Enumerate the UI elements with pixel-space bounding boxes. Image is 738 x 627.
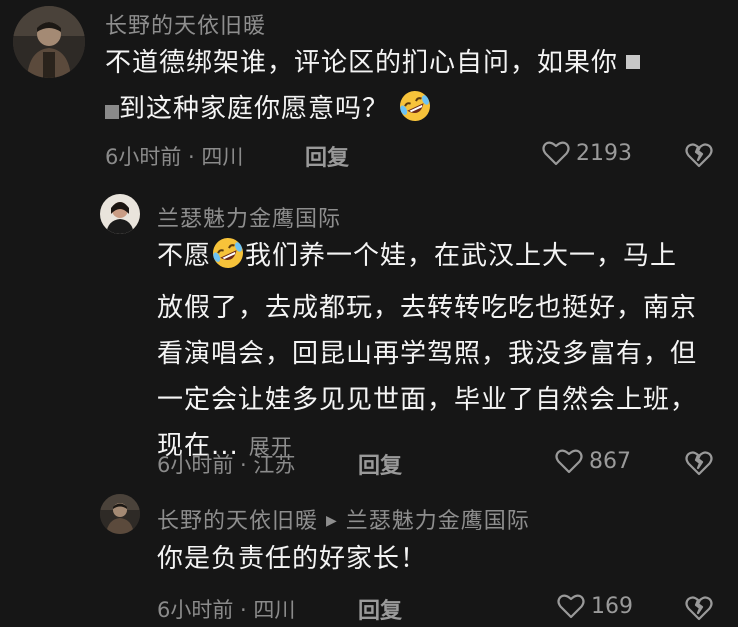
triangle-right-icon: ▶ bbox=[326, 513, 338, 529]
comment-username[interactable]: 兰瑟魅力金鹰国际 bbox=[157, 201, 341, 233]
mosaic-icon bbox=[626, 55, 641, 69]
rolling-on-floor-laughing-icon bbox=[211, 236, 245, 285]
like-count: 2193 bbox=[576, 140, 632, 166]
dislike-button[interactable] bbox=[685, 450, 713, 476]
comment-username[interactable]: 长野的天依旧暖 bbox=[105, 8, 266, 40]
like-count: 867 bbox=[589, 448, 631, 474]
dislike-button[interactable] bbox=[685, 595, 713, 621]
comment-text: 不道德绑架谁，评论区的扪心自问，如果你 到这种家庭你愿意吗？ bbox=[105, 40, 705, 138]
comment-timestamp-location: 6小时前 · 江苏 bbox=[157, 453, 296, 477]
like-button[interactable]: 2193 bbox=[542, 140, 632, 166]
like-button[interactable]: 169 bbox=[557, 593, 633, 619]
avatar[interactable] bbox=[100, 194, 140, 234]
reply-button[interactable]: 回复 bbox=[358, 448, 402, 480]
reply-button[interactable]: 回复 bbox=[358, 593, 402, 625]
comment-timestamp-location: 6小时前 · 四川 bbox=[105, 145, 244, 169]
mosaic-icon bbox=[105, 105, 119, 119]
dislike-button[interactable] bbox=[685, 142, 713, 168]
comment-text-part: 不道德绑架谁，评论区的扪心自问，如果你 bbox=[105, 48, 619, 78]
reply-button[interactable]: 回复 bbox=[305, 140, 349, 172]
reply-to-username[interactable]: 兰瑟魅力金鹰国际 bbox=[346, 509, 530, 534]
comment-text-part: 不愿 bbox=[157, 241, 212, 271]
heart-icon bbox=[542, 140, 570, 166]
heart-icon bbox=[555, 448, 583, 474]
like-count: 169 bbox=[591, 593, 633, 619]
rolling-on-floor-laughing-icon bbox=[398, 89, 432, 138]
heart-icon bbox=[557, 593, 585, 619]
like-button[interactable]: 867 bbox=[555, 448, 631, 474]
broken-heart-icon bbox=[685, 450, 713, 476]
comment-text-part: 到这种家庭你愿意吗？ bbox=[119, 94, 390, 124]
comment-username[interactable]: 长野的天依旧暖 bbox=[157, 509, 318, 534]
avatar[interactable] bbox=[13, 6, 85, 78]
reply-header: 长野的天依旧暖 ▶ 兰瑟魅力金鹰国际 bbox=[157, 503, 530, 535]
broken-heart-icon bbox=[685, 595, 713, 621]
broken-heart-icon bbox=[685, 142, 713, 168]
comment-text: 不愿 我们养一个娃，在武汉上大一，马上放假了，去成都玩，去转转吃吃也挺好，南京看… bbox=[157, 233, 702, 470]
comment-text: 你是负责任的好家长！ bbox=[157, 544, 428, 574]
avatar[interactable] bbox=[100, 494, 140, 534]
comment-timestamp-location: 6小时前 · 四川 bbox=[157, 598, 296, 622]
